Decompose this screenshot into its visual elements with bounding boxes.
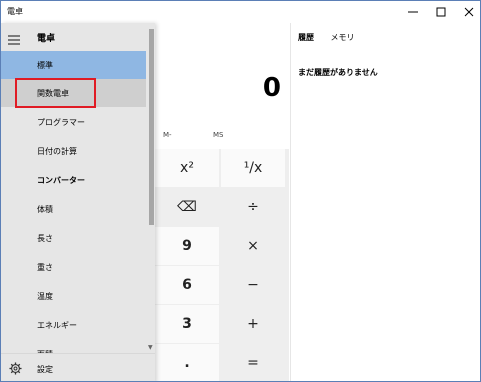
nav-item-energy[interactable]: エネルギー [1,311,146,339]
divide-button[interactable]: ÷ [221,188,285,226]
minimize-icon [408,11,418,13]
highlight-box [15,78,96,108]
nav-item-weight[interactable]: 重さ [1,253,146,281]
maximize-icon [436,7,446,17]
backspace-button[interactable]: ⌫ [155,188,219,226]
reciprocal-button[interactable]: ¹/x [221,149,285,187]
nav-section-converter: コンバーター [37,175,85,185]
memory-minus-button[interactable]: M- [163,131,172,139]
nine-button[interactable]: 9 [155,227,219,265]
equals-button[interactable]: = [221,344,285,381]
nav-item-standard[interactable]: 標準 [1,51,146,79]
nav-title: 電卓 [37,34,56,44]
window-title: 電卓 [7,7,23,16]
memory-row: M- MS [155,123,289,147]
close-button[interactable] [455,1,480,23]
gear-icon [9,362,22,375]
navigation-drawer: 電卓 標準 関数電卓 プログラマー 日付の計算 コンバーター 体積 長さ 重さ … [1,23,155,381]
history-empty-message: まだ履歴がありません [298,68,378,77]
scroll-down-arrow-icon[interactable]: ▼ [148,344,153,351]
tab-memory[interactable]: メモリ [331,32,355,43]
hamburger-button[interactable] [7,31,21,45]
tab-history[interactable]: 履歴 [298,32,314,43]
calculator-window: 電卓 0 M- MS x² ¹/x ⌫ ÷ 9 × 6 − 3 + . = 履歴 [0,0,481,382]
close-icon [464,7,474,17]
history-pane: 履歴 メモリ まだ履歴がありません [290,23,480,381]
plus-button[interactable]: + [221,305,285,343]
nav-scrollbar[interactable]: ▼ [147,23,155,353]
history-tabs: 履歴 メモリ [298,32,369,43]
hamburger-icon [8,35,20,45]
nav-item-date-calculation[interactable]: 日付の計算 [1,137,146,165]
maximize-button[interactable] [427,1,455,23]
nav-item-volume[interactable]: 体積 [1,195,146,223]
minimize-button[interactable] [399,1,427,23]
six-button[interactable]: 6 [155,266,219,304]
settings-label: 設定 [37,365,53,374]
minus-button[interactable]: − [221,266,285,304]
keypad: x² ¹/x ⌫ ÷ 9 × 6 − 3 + . = [155,149,289,381]
settings-item[interactable]: 設定 [1,353,155,381]
nav-item-programmer[interactable]: プログラマー [1,108,146,136]
nav-item-length[interactable]: 長さ [1,224,146,252]
title-bar: 電卓 [1,1,480,23]
square-button[interactable]: x² [155,149,219,187]
display-value: 0 [262,73,281,103]
result-display: 0 [155,23,289,123]
memory-store-button[interactable]: MS [213,131,223,139]
multiply-button[interactable]: × [221,227,285,265]
three-button[interactable]: 3 [155,305,219,343]
nav-item-temperature[interactable]: 温度 [1,282,146,310]
scrollbar-thumb[interactable] [149,29,154,225]
decimal-button[interactable]: . [155,344,219,381]
